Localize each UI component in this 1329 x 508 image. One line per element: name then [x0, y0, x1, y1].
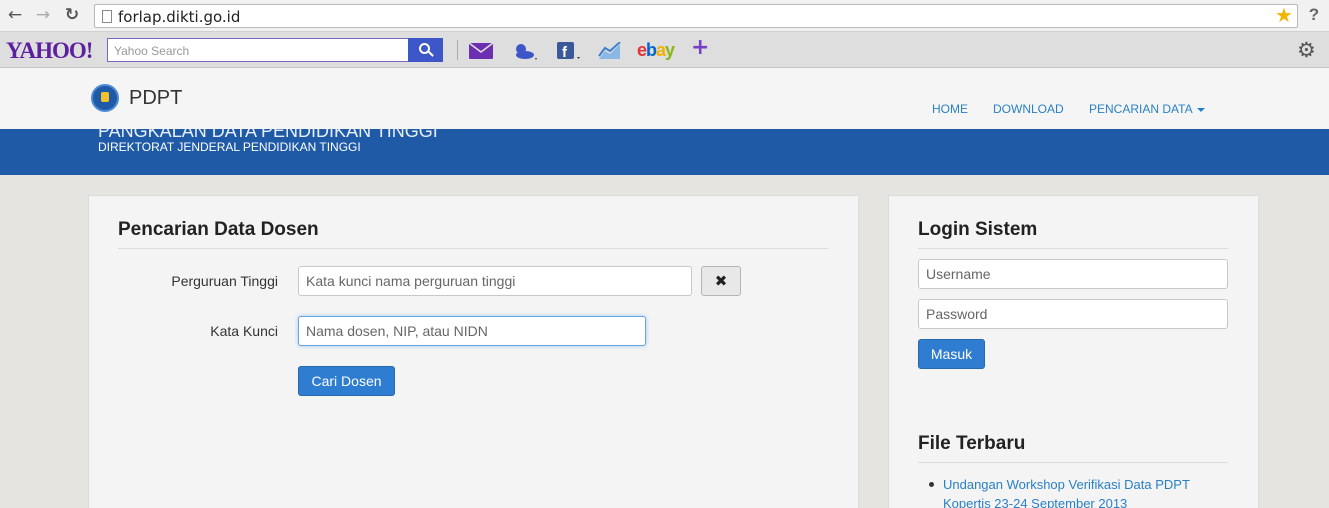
username-input[interactable]: Username [918, 259, 1228, 289]
banner-subtitle: DIREKTORAT JENDERAL PENDIDIKAN TINGGI [98, 140, 361, 154]
ebay-icon[interactable]: ebay [637, 40, 675, 61]
perguruan-tinggi-label: Perguruan Tinggi [171, 273, 278, 289]
reload-icon[interactable]: ↻ [63, 6, 81, 24]
perguruan-tinggi-input[interactable]: Kata kunci nama perguruan tinggi [298, 266, 692, 296]
weather-icon[interactable] [511, 41, 539, 61]
tut-wuri-logo-icon[interactable] [91, 84, 119, 112]
masuk-button[interactable]: Masuk [918, 339, 985, 369]
add-icon[interactable]: + [691, 37, 709, 59]
site-banner: PANGKALAN DATA PENDIDIKAN TINGGI DIREKTO… [0, 129, 1329, 175]
url-field[interactable]: forlap.dikti.go.id [94, 4, 1298, 28]
yahoo-logo[interactable]: YAHOO! [6, 38, 93, 64]
mail-icon[interactable] [468, 42, 494, 62]
finance-icon[interactable] [598, 42, 622, 62]
bookmark-star-icon[interactable]: ★ [1275, 4, 1293, 26]
gear-icon[interactable]: ⚙ [1297, 39, 1316, 61]
cari-dosen-button[interactable]: Cari Dosen [298, 366, 395, 396]
nav-home[interactable]: HOME [932, 102, 968, 116]
login-panel-title: Login Sistem [918, 219, 1038, 240]
nav-download[interactable]: DOWNLOAD [993, 102, 1064, 116]
toolbar-divider [457, 40, 458, 60]
yahoo-search-button[interactable] [408, 38, 443, 62]
brand-name[interactable]: PDPT [129, 87, 182, 110]
file-terbaru-title: File Terbaru [918, 433, 1026, 454]
nav-pencarian-data[interactable]: PENCARIAN DATA [1089, 102, 1205, 116]
password-input[interactable]: Password [918, 299, 1228, 329]
help-icon[interactable]: ? [1305, 5, 1323, 25]
forward-icon[interactable]: → [34, 6, 52, 24]
browser-address-bar: ← → ↻ forlap.dikti.go.id ★ ? [0, 0, 1329, 32]
facebook-icon[interactable]: f [556, 41, 582, 61]
kata-kunci-input[interactable]: Nama dosen, NIP, atau NIDN [298, 316, 646, 346]
search-dosen-panel [88, 195, 859, 508]
yahoo-search-input[interactable]: Yahoo Search [107, 38, 409, 62]
search-panel-title: Pencarian Data Dosen [118, 219, 319, 240]
list-item[interactable]: Undangan Workshop Verifikasi Data PDPT K… [929, 475, 1213, 508]
divider [918, 248, 1228, 249]
page-icon [102, 10, 112, 23]
file-list: Undangan Workshop Verifikasi Data PDPT K… [929, 475, 1213, 508]
divider [918, 462, 1228, 463]
url-text: forlap.dikti.go.id [118, 8, 241, 26]
back-icon[interactable]: ← [6, 6, 24, 24]
site-navbar: PDPT HOME DOWNLOAD PENCARIAN DATA [0, 68, 1329, 129]
divider [118, 248, 828, 249]
yahoo-toolbar: YAHOO! Yahoo Search f ebay + ⚙ [0, 32, 1329, 68]
caret-down-icon [1196, 107, 1205, 112]
kata-kunci-label: Kata Kunci [210, 323, 278, 339]
clear-button[interactable]: ✖ [701, 266, 741, 296]
